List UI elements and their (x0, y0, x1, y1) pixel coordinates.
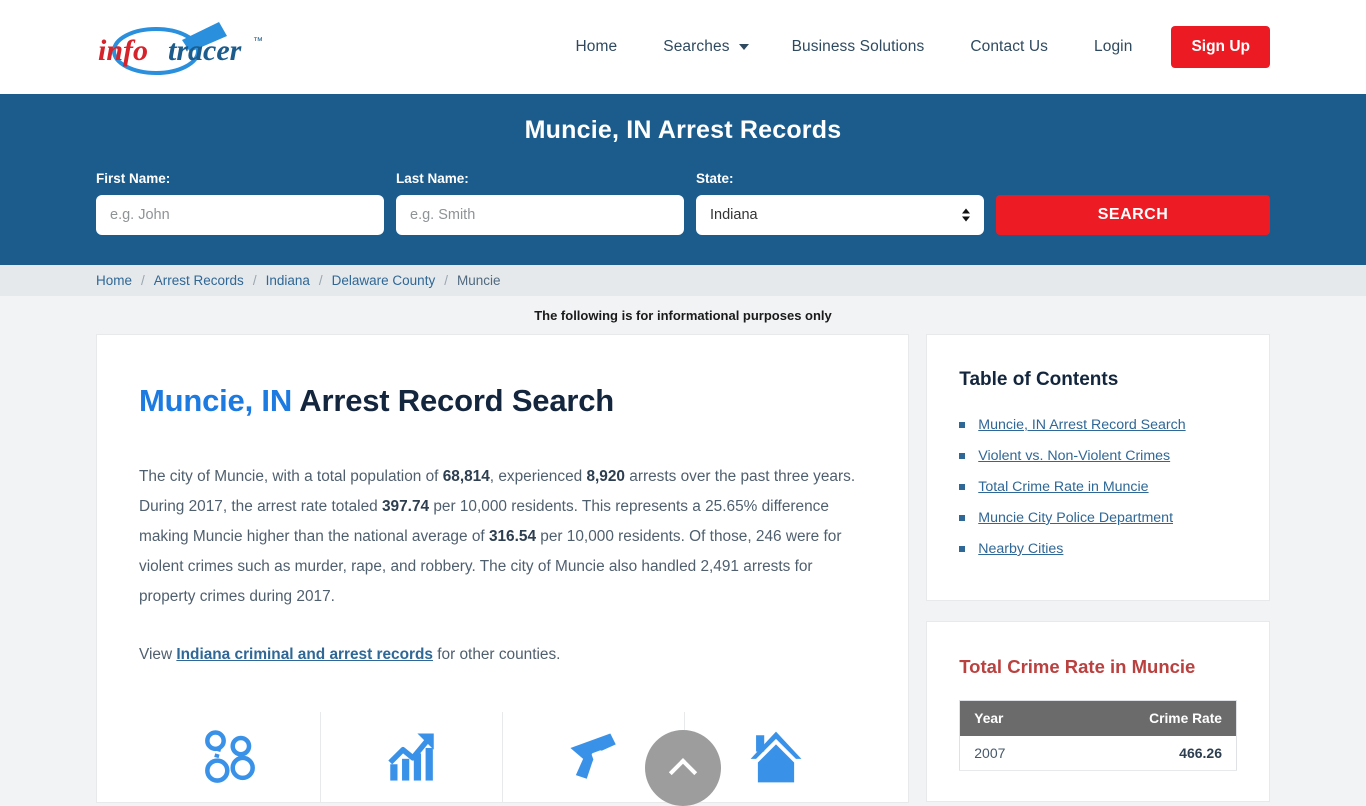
category-cell-arrests[interactable] (139, 712, 322, 802)
table-row: 2007 466.26 (959, 736, 1237, 771)
main-navigation: Home Searches Business Solutions Contact… (553, 26, 1270, 68)
bullet-icon (959, 515, 966, 521)
logo-icon: info tracer ™ (98, 22, 263, 75)
handcuffs-icon (204, 730, 255, 783)
cell-crime-rate: 466.26 (1062, 736, 1237, 771)
breadcrumb-item-arrest-records[interactable]: Arrest Records (154, 273, 244, 288)
national-average-value: 316.54 (488, 528, 537, 545)
svg-text:tracer: tracer (168, 34, 242, 67)
crime-rate-table-body: 2007 466.26 (959, 736, 1237, 771)
crime-rate-table: Year Crime Rate 2007 466.26 (959, 700, 1237, 771)
state-select-wrap: Indiana (696, 195, 984, 235)
list-item: Total Crime Rate in Muncie (959, 477, 1237, 498)
column-header-crime-rate: Crime Rate (1062, 700, 1237, 736)
sidebar: Table of Contents Muncie, IN Arrest Reco… (926, 334, 1270, 802)
page-title: Muncie, IN Arrest Record Search (139, 383, 866, 419)
first-name-group: First Name: (96, 171, 384, 235)
category-cell-crime-rate[interactable] (321, 712, 504, 802)
arrests-value: 8,920 (586, 468, 625, 485)
list-item: Muncie City Police Department (959, 508, 1237, 529)
list-item: Nearby Cities (959, 539, 1237, 560)
growth-chart-icon (387, 733, 434, 781)
first-name-label: First Name: (96, 171, 171, 186)
last-name-input[interactable] (396, 195, 684, 235)
breadcrumb-item-muncie: Muncie (456, 273, 501, 288)
toc-link-arrest-record-search[interactable]: Muncie, IN Arrest Record Search (978, 415, 1185, 436)
nav-item-searches[interactable]: Searches (640, 30, 768, 64)
informational-notice: The following is for informational purpo… (534, 308, 832, 323)
scroll-to-top-button[interactable] (645, 730, 721, 806)
page-title-rest: Arrest Record Search (292, 383, 615, 418)
breadcrumb: Home / Arrest Records / Indiana / Delawa… (0, 265, 1366, 296)
population-value: 68,814 (442, 468, 490, 485)
table-of-contents-title: Table of Contents (959, 369, 1119, 390)
nav-item-business-solutions[interactable]: Business Solutions (769, 30, 948, 64)
sign-up-button[interactable]: Sign Up (1171, 26, 1270, 68)
handgun-icon (570, 733, 616, 779)
arrest-rate-value: 397.74 (381, 498, 430, 515)
bullet-icon (959, 484, 966, 490)
intro-text-1: The city of Muncie, with a total populat… (139, 468, 443, 485)
breadcrumb-item-delaware-county[interactable]: Delaware County (332, 273, 436, 288)
state-select[interactable]: Indiana (696, 195, 984, 235)
intro-paragraph: The city of Muncie, with a total populat… (139, 462, 866, 612)
toc-link-police-department[interactable]: Muncie City Police Department (978, 508, 1173, 529)
banner-title: Muncie, IN Arrest Records (524, 116, 842, 144)
house-icon (750, 731, 802, 783)
cell-year: 2007 (959, 736, 1063, 771)
view-text-post: for other counties. (432, 646, 561, 663)
breadcrumb-item-home[interactable]: Home (96, 273, 132, 288)
search-form: First Name: Last Name: State: Indiana SE… (96, 171, 1270, 235)
svg-text:™: ™ (253, 36, 263, 47)
page-title-highlight: Muncie, IN (139, 383, 293, 418)
last-name-label: Last Name: (396, 171, 469, 186)
infotracer-logo[interactable]: info tracer ™ (96, 12, 316, 82)
indiana-records-link[interactable]: Indiana criminal and arrest records (176, 646, 433, 663)
table-header-row: Year Crime Rate (959, 700, 1237, 736)
breadcrumb-separator: / (444, 273, 448, 288)
svg-text:info: info (98, 34, 148, 67)
toc-link-violent-vs-nonviolent[interactable]: Violent vs. Non-Violent Crimes (978, 446, 1170, 467)
total-crime-rate-card: Total Crime Rate in Muncie Year Crime Ra… (926, 621, 1270, 802)
nav-item-contact-us[interactable]: Contact Us (947, 30, 1071, 64)
total-crime-rate-title: Total Crime Rate in Muncie (959, 656, 1196, 677)
first-name-input[interactable] (96, 195, 384, 235)
chevron-up-icon (668, 758, 698, 787)
crime-rate-table-head: Year Crime Rate (959, 700, 1237, 736)
site-header: info tracer ™ Home Searches Business Sol… (0, 0, 1366, 94)
state-group: State: Indiana (696, 171, 984, 235)
bullet-icon (959, 422, 966, 428)
last-name-group: Last Name: (396, 171, 684, 235)
toc-link-total-crime-rate[interactable]: Total Crime Rate in Muncie (978, 477, 1148, 498)
category-icon-row (139, 712, 866, 802)
main-content-card: Muncie, IN Arrest Record Search The city… (96, 334, 910, 803)
nav-item-login[interactable]: Login (1071, 30, 1155, 64)
nav-item-home[interactable]: Home (553, 30, 641, 64)
bullet-icon (959, 546, 966, 552)
column-header-year: Year (959, 700, 1063, 736)
chevron-down-icon (738, 44, 749, 50)
list-item: Muncie, IN Arrest Record Search (959, 415, 1237, 436)
search-banner: Muncie, IN Arrest Records First Name: La… (0, 94, 1366, 265)
view-other-counties-paragraph: View Indiana criminal and arrest records… (139, 640, 866, 670)
breadcrumb-separator: / (141, 273, 145, 288)
bullet-icon (959, 453, 966, 459)
breadcrumb-item-indiana[interactable]: Indiana (266, 273, 310, 288)
breadcrumb-separator: / (318, 273, 323, 288)
table-of-contents-card: Table of Contents Muncie, IN Arrest Reco… (926, 334, 1270, 601)
list-item: Violent vs. Non-Violent Crimes (959, 446, 1237, 467)
intro-text-2: , experienced (489, 468, 587, 485)
breadcrumb-separator: / (252, 273, 257, 288)
view-text-pre: View (139, 646, 177, 663)
state-label: State: (696, 171, 734, 186)
toc-link-nearby-cities[interactable]: Nearby Cities (978, 539, 1063, 560)
table-of-contents-list: Muncie, IN Arrest Record Search Violent … (959, 415, 1237, 560)
search-button[interactable]: SEARCH (996, 195, 1270, 235)
nav-item-searches-label: Searches (663, 38, 730, 55)
